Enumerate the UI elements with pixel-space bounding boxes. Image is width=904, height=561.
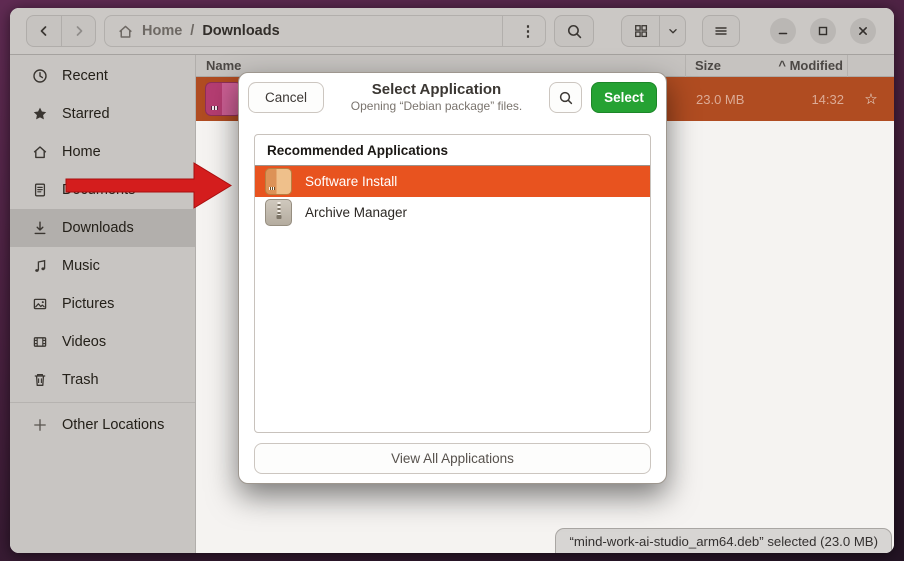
barcode-decoration [209,105,220,111]
minimize-icon [777,25,789,37]
barcode-decoration [268,186,276,191]
sidebar-item-home[interactable]: Home [10,133,195,171]
chevron-left-icon [36,23,52,39]
maximize-icon [817,25,829,37]
sidebar-item-label: Music [62,258,100,274]
search-icon [566,23,583,40]
breadcrumb-current[interactable]: Downloads [202,23,279,39]
sidebar-item-label: Documents [62,182,135,198]
zipper-decoration [277,202,280,215]
zipper-pull-decoration [276,215,281,219]
sidebar-item-downloads[interactable]: Downloads [10,209,195,247]
dialog-footer: View All Applications [239,433,666,487]
sort-caret: ^ [778,58,786,73]
column-group-size-modified: Size ^ Modified [686,58,847,73]
minimize-button[interactable] [770,18,796,44]
download-icon [32,220,48,236]
clock-icon [32,68,48,84]
app-row-archive-manager[interactable]: Archive Manager [255,197,650,228]
dialog-title-block: Select Application Opening “Debian packa… [324,81,549,115]
video-icon [32,334,48,350]
grid-view-button[interactable] [621,15,659,47]
select-application-dialog: Cancel Select Application Opening “Debia… [238,72,667,484]
trash-icon [32,372,48,388]
music-note-icon [32,258,48,274]
file-size-modified-cells: 23.0 MB 14:32 [687,92,848,107]
column-header-modified[interactable]: ^ Modified [778,58,843,73]
maximize-button[interactable] [810,18,836,44]
column-header-modified-label: Modified [790,58,843,73]
sidebar-item-starred[interactable]: Starred [10,95,195,133]
sidebar-item-pictures[interactable]: Pictures [10,285,195,323]
search-icon [558,90,574,106]
sidebar-item-label: Other Locations [62,417,164,433]
sidebar-item-documents[interactable]: Documents [10,171,195,209]
archive-manager-icon [265,199,292,226]
chevron-right-icon [71,23,87,39]
deb-package-icon [205,82,242,116]
picture-icon [32,296,48,312]
column-header-name[interactable]: Name [196,58,685,73]
select-button[interactable]: Select [591,82,657,113]
dialog-body: Recommended Applications Software Instal… [239,122,666,433]
sidebar-item-other-locations[interactable]: Other Locations [10,406,195,444]
recommended-section-header: Recommended Applications [255,135,650,166]
view-toggle-group [621,15,686,47]
sidebar-item-label: Trash [62,372,99,388]
back-button[interactable] [26,15,61,47]
forward-button[interactable] [61,15,96,47]
software-install-icon [265,168,292,195]
file-size: 23.0 MB [696,92,744,107]
sidebar-item-label: Starred [62,106,110,122]
sidebar-item-recent[interactable]: Recent [10,57,195,95]
app-name: Archive Manager [305,205,407,220]
app-name: Software Install [305,174,397,189]
application-list: Recommended Applications Software Instal… [254,134,651,433]
breadcrumb-home[interactable]: Home [142,23,182,39]
hamburger-icon [713,23,729,39]
dialog-title: Select Application [324,81,549,100]
view-options-button[interactable] [659,15,686,47]
file-modified: 14:32 [811,92,844,107]
nav-button-group [26,15,96,47]
status-text: “mind-work-ai-studio_arm64.deb” selected… [569,534,878,549]
sidebar-item-trash[interactable]: Trash [10,361,195,399]
grid-view-icon [633,23,649,39]
cancel-button[interactable]: Cancel [248,82,324,113]
dialog-search-button[interactable] [549,82,582,113]
breadcrumb-separator: / [190,23,194,39]
document-icon [32,182,48,198]
search-button[interactable] [554,15,594,47]
close-button[interactable] [850,18,876,44]
sidebar-item-videos[interactable]: Videos [10,323,195,361]
dialog-subtitle: Opening “Debian package” files. [324,99,549,114]
column-divider [847,55,848,77]
breadcrumb[interactable]: Home / Downloads ⋮ [104,15,546,47]
plus-icon [32,417,48,433]
sidebar-item-label: Pictures [62,296,114,312]
sidebar-item-label: Home [62,144,101,160]
chevron-down-icon [666,24,680,38]
dialog-header: Cancel Select Application Opening “Debia… [239,73,666,122]
path-menu-button[interactable]: ⋮ [511,22,545,40]
home-icon [32,144,48,160]
window-controls [770,18,876,44]
sidebar-item-music[interactable]: Music [10,247,195,285]
view-all-applications-button[interactable]: View All Applications [254,443,651,474]
sidebar: Recent Starred Home Documents Downloads … [10,55,196,553]
sidebar-item-label: Videos [62,334,106,350]
star-toggle[interactable]: ☆ [848,90,894,108]
selection-status-toast: “mind-work-ai-studio_arm64.deb” selected… [555,528,892,553]
star-icon [32,106,48,122]
sidebar-separator [10,402,195,403]
column-header-size[interactable]: Size [695,58,721,73]
main-menu-button[interactable] [702,15,740,47]
close-icon [857,25,869,37]
sidebar-item-label: Downloads [62,220,134,236]
app-row-software-install[interactable]: Software Install [255,166,650,197]
sidebar-item-label: Recent [62,68,108,84]
titlebar: Home / Downloads ⋮ [10,8,894,55]
breadcrumb-divider [502,15,503,47]
home-icon [117,23,134,40]
